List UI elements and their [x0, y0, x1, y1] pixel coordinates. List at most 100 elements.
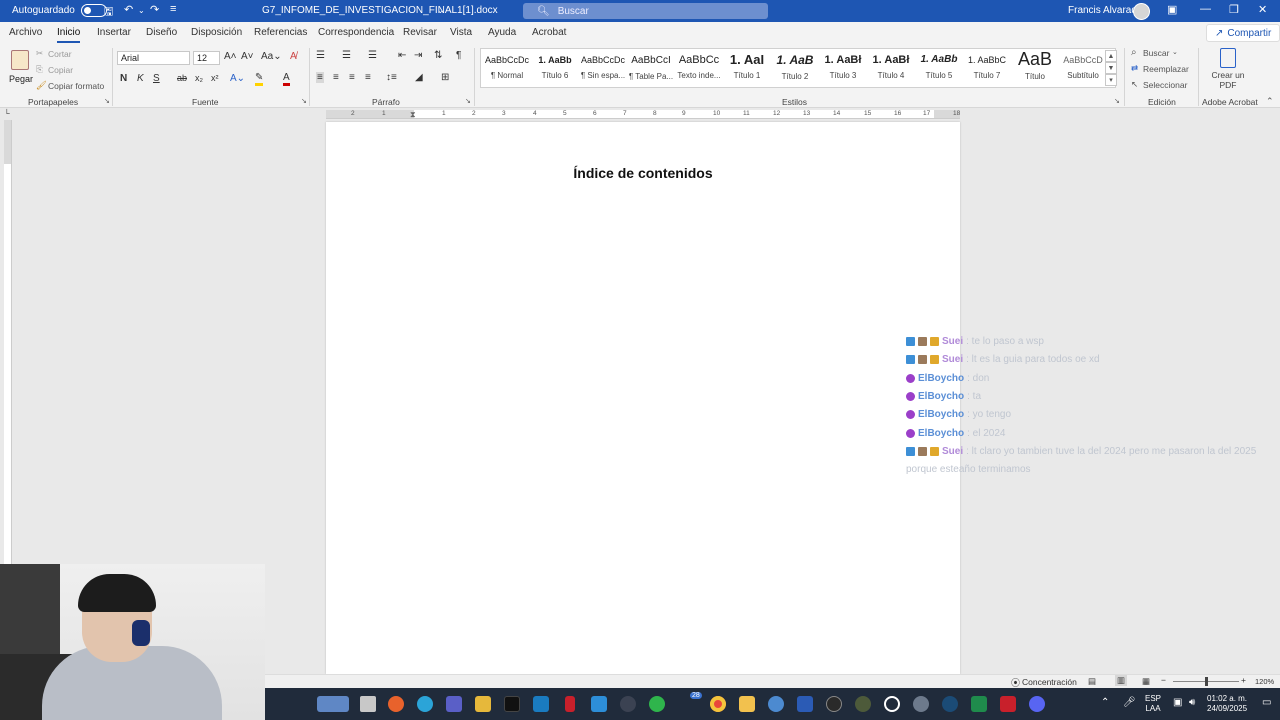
clear-format-icon[interactable]: A̸	[290, 51, 297, 62]
shrink-font-icon[interactable]: A˅	[241, 51, 254, 62]
change-case-icon[interactable]: Aa⌄	[261, 51, 282, 62]
find-button[interactable]: Buscar	[1143, 48, 1169, 58]
print-layout-icon[interactable]: ▥	[1115, 675, 1128, 686]
collapse-ribbon-icon[interactable]: ⌃	[1266, 96, 1274, 107]
settings-icon[interactable]	[913, 696, 929, 712]
style-titulo-4[interactable]: 1. AaBł Título 4	[867, 49, 915, 87]
copy-icon[interactable]: ⎘	[36, 64, 43, 75]
file-explorer-icon[interactable]	[739, 696, 755, 712]
format-painter-button[interactable]: Copiar formato	[48, 81, 104, 91]
style-titulo[interactable]: AaB Título	[1011, 49, 1059, 87]
style-subtitulo[interactable]: AaBbCcD Subtítulo	[1059, 49, 1107, 87]
volume-icon[interactable]: 🔊︎	[1189, 697, 1195, 708]
chrome-icon[interactable]	[710, 696, 726, 712]
remote-desktop-icon[interactable]	[533, 696, 549, 712]
grow-font-icon[interactable]: A˄	[224, 51, 237, 62]
undo-dropdown-icon[interactable]: ⌄	[138, 6, 145, 15]
horizontal-ruler[interactable]: 2 1 1 2 3 4 5 6 7 8 9 10 11 12 13 14 15 …	[326, 110, 960, 119]
app-g-icon[interactable]	[884, 696, 900, 712]
edge-icon[interactable]	[417, 696, 433, 712]
microphone-icon[interactable]: 🎤︎	[1123, 697, 1136, 708]
tab-archivo[interactable]: Archivo	[9, 27, 42, 38]
tiktok-icon[interactable]	[504, 696, 520, 712]
tab-disposicion[interactable]: Disposición	[191, 27, 242, 38]
select-button[interactable]: Seleccionar	[1143, 80, 1187, 90]
shading-icon[interactable]: ◢	[415, 72, 423, 83]
font-launcher-icon[interactable]: ↘	[301, 97, 307, 105]
scissors-icon[interactable]: ✂	[36, 48, 43, 59]
discord-icon[interactable]	[1029, 696, 1045, 712]
bold-button[interactable]: N	[120, 73, 127, 84]
firefox-icon[interactable]	[388, 696, 404, 712]
styles-launcher-icon[interactable]: ↘	[1114, 97, 1120, 105]
font-size-select[interactable]: 12	[193, 51, 220, 65]
vertical-ruler[interactable]	[4, 120, 12, 570]
clipboard-launcher-icon[interactable]: ↘	[104, 97, 110, 105]
style-normal[interactable]: AaBbCcDc ¶ Normal	[483, 49, 531, 87]
tab-diseno[interactable]: Diseño	[146, 27, 177, 38]
network-icon[interactable]: ▣	[1173, 697, 1182, 708]
autosave-control[interactable]: Autoguardado	[12, 4, 107, 17]
strikethrough-button[interactable]: ab	[177, 73, 187, 83]
undo-icon[interactable]: ↶	[124, 3, 133, 16]
numbering-icon[interactable]: ☰	[342, 50, 351, 61]
autosave-toggle[interactable]	[80, 4, 107, 17]
steam-icon[interactable]	[942, 696, 958, 712]
show-formatting-icon[interactable]: ¶	[456, 50, 461, 61]
subscript-icon[interactable]: x₂	[195, 73, 203, 83]
style-sin-espaciado[interactable]: AaBbCcDc ¶ Sin espa...	[579, 49, 627, 87]
restore-icon[interactable]: ❐	[1229, 3, 1239, 16]
tab-insertar[interactable]: Insertar	[97, 27, 131, 38]
document-title[interactable]: G7_INFOME_DE_INVESTIGACION_FINAL1[1].doc…	[262, 5, 498, 16]
create-pdf-button[interactable]: Crear un PDF	[1208, 48, 1248, 94]
superscript-icon[interactable]: x²	[211, 73, 219, 83]
app-red-icon[interactable]	[565, 696, 575, 712]
line-spacing-icon[interactable]: ↕≡	[386, 72, 397, 83]
tab-vista[interactable]: Vista	[450, 27, 472, 38]
toc-heading[interactable]: Índice de contenidos	[326, 165, 960, 181]
tab-referencias[interactable]: Referencias	[254, 27, 307, 38]
tab-correspondencia[interactable]: Correspondencia	[318, 27, 394, 38]
select-icon[interactable]: ↖	[1131, 79, 1138, 90]
style-texto-independiente[interactable]: AaBbCc Texto inde...	[675, 49, 723, 87]
close-icon[interactable]: ✕	[1258, 3, 1267, 16]
multilevel-list-icon[interactable]: ☰	[368, 50, 377, 61]
copy-button[interactable]: Copiar	[48, 65, 73, 75]
font-name-select[interactable]: Arial	[117, 51, 190, 65]
outlook-icon[interactable]	[591, 696, 607, 712]
align-right-icon[interactable]: ≡	[349, 72, 355, 83]
tab-ayuda[interactable]: Ayuda	[488, 27, 516, 38]
redo-icon[interactable]: ↷	[150, 3, 159, 16]
decrease-indent-icon[interactable]: ⇤	[398, 50, 406, 61]
sort-icon[interactable]: ⇅	[434, 50, 442, 61]
tab-acrobat[interactable]: Acrobat	[532, 27, 566, 38]
style-titulo-2[interactable]: 1. AaB Título 2	[771, 49, 819, 87]
paragraph-launcher-icon[interactable]: ↘	[465, 97, 471, 105]
minimize-icon[interactable]: —	[1200, 3, 1211, 15]
obs-icon[interactable]	[826, 696, 842, 712]
style-titulo-6[interactable]: 1. AaBb Título 6	[531, 49, 579, 87]
zoom-level[interactable]: 120%	[1255, 677, 1274, 686]
find-dropdown-icon[interactable]: ⌄	[1172, 48, 1178, 56]
store-icon[interactable]	[475, 696, 491, 712]
save-icon[interactable]: 🖫	[104, 3, 113, 22]
find-icon[interactable]: ⌕	[1131, 47, 1137, 58]
document-page[interactable]: Índice de contenidos	[326, 122, 960, 674]
style-titulo-7[interactable]: 1. AaBbC Título 7	[963, 49, 1011, 87]
share-button[interactable]: ↗ Compartir	[1206, 24, 1280, 42]
acrobat-icon[interactable]	[1000, 696, 1016, 712]
font-color-icon[interactable]: A	[283, 73, 290, 86]
style-table-paragraph[interactable]: AaBbCcI ¶ Table Pa...	[627, 49, 675, 87]
styles-expand-icon[interactable]: ▾	[1105, 74, 1117, 86]
tab-revisar[interactable]: Revisar	[403, 27, 437, 38]
text-effects-icon[interactable]: A⌄	[230, 73, 245, 84]
search-input[interactable]: 🔍︎ Buscar	[523, 3, 768, 19]
styles-scroll-up-icon[interactable]: ▲	[1105, 50, 1117, 62]
globe-app-icon[interactable]	[768, 696, 784, 712]
web-layout-icon[interactable]: ▦	[1142, 676, 1150, 687]
bullets-icon[interactable]: ☰	[316, 50, 325, 61]
tab-selector-icon[interactable]: └	[4, 109, 10, 118]
indent-marker-icon[interactable]: ⧗	[410, 110, 416, 120]
read-mode-icon[interactable]: ▤	[1088, 676, 1096, 687]
unity-icon[interactable]	[620, 696, 636, 712]
